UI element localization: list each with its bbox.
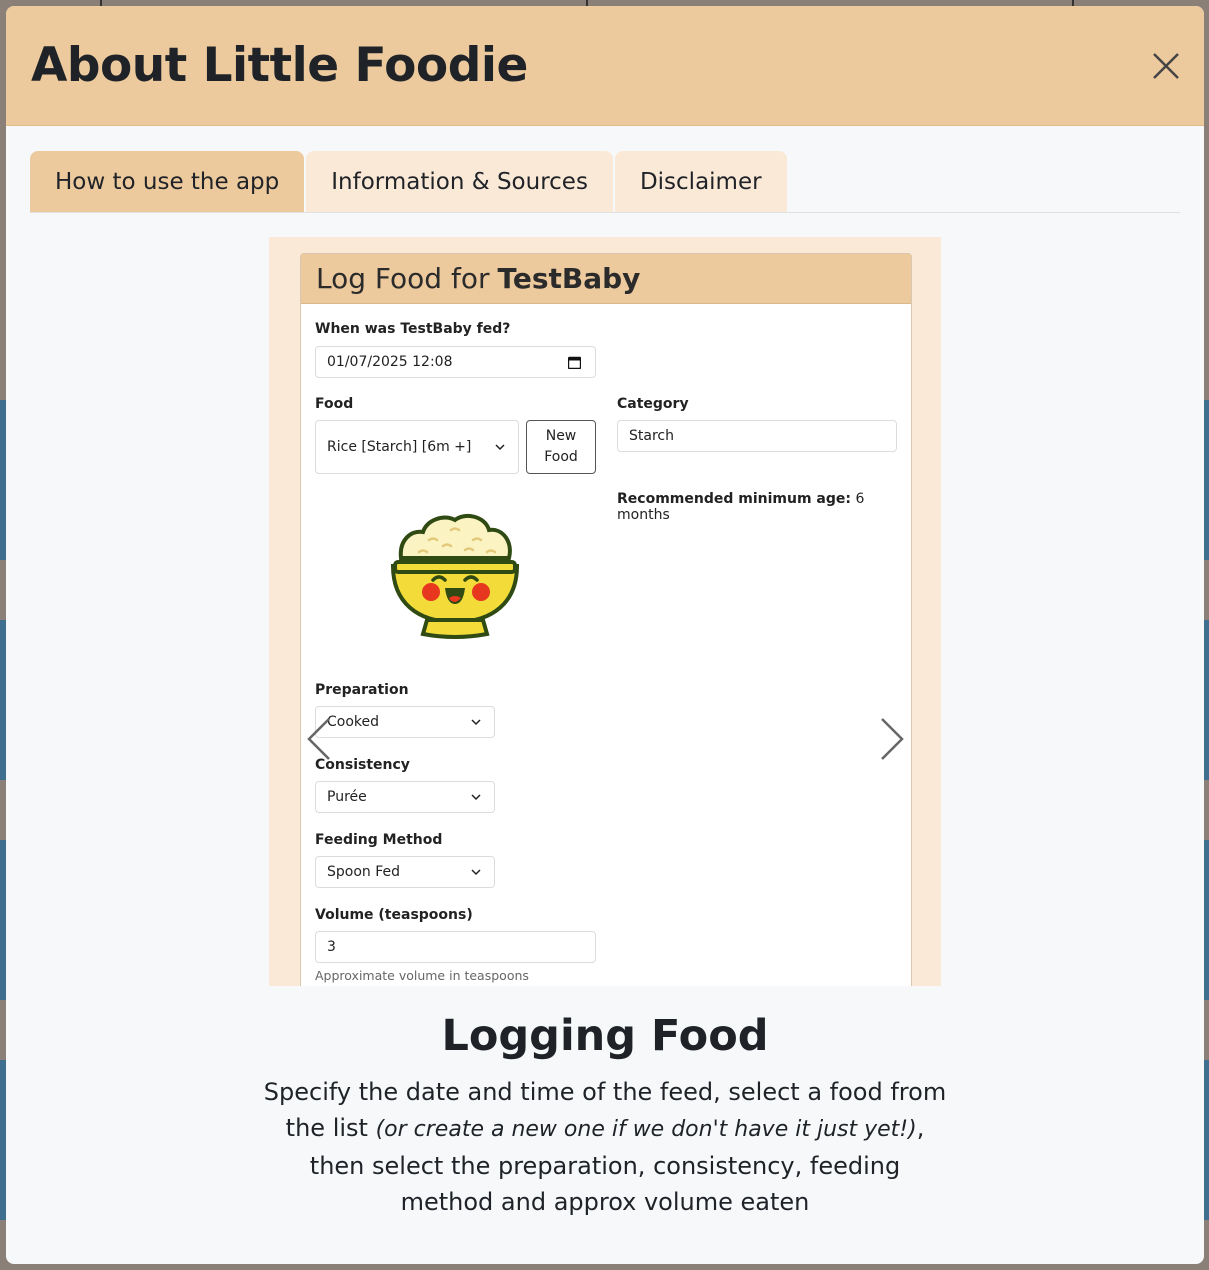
close-button[interactable] bbox=[1150, 50, 1182, 82]
log-food-card-title: Log Food for TestBaby bbox=[301, 254, 911, 304]
chevron-right-icon bbox=[881, 718, 904, 760]
new-food-line2: Food bbox=[544, 449, 578, 465]
consistency-select: Purée bbox=[315, 781, 495, 813]
carousel-next-button[interactable] bbox=[876, 717, 906, 761]
consistency-value: Purée bbox=[327, 789, 367, 805]
recommended-age: Recommended minimum age: 6 months bbox=[617, 491, 911, 523]
screenshot-carousel: Log Food for TestBaby When was TestBaby f… bbox=[269, 237, 941, 986]
category-field: Starch bbox=[617, 420, 897, 452]
category-value: Starch bbox=[629, 428, 674, 444]
preparation-label: Preparation bbox=[315, 682, 409, 698]
slide-caption-text: Specify the date and time of the feed, s… bbox=[261, 1074, 949, 1220]
chevron-left-icon bbox=[307, 718, 330, 760]
chevron-down-icon bbox=[471, 869, 481, 876]
tab-disclaimer[interactable]: Disclaimer bbox=[614, 151, 787, 212]
feeding-method-select: Spoon Fed bbox=[315, 856, 495, 888]
card-title-baby-name: TestBaby bbox=[497, 262, 641, 295]
when-fed-value: 01/07/2025 12:08 bbox=[327, 354, 453, 370]
tab-information-sources[interactable]: Information & Sources bbox=[306, 151, 613, 212]
chevron-down-icon bbox=[471, 719, 481, 726]
volume-value: 3 bbox=[327, 939, 336, 955]
new-food-button: New Food bbox=[526, 420, 596, 474]
rice-bowl-icon bbox=[390, 513, 520, 639]
category-label: Category bbox=[617, 396, 689, 412]
tab-bar: How to use the app Information & Sources… bbox=[30, 151, 1180, 213]
modal-header: About Little Foodie bbox=[6, 6, 1204, 126]
feeding-method-value: Spoon Fed bbox=[327, 864, 401, 880]
food-select: Rice [Starch] [6m +] bbox=[315, 420, 519, 474]
volume-input: 3 bbox=[315, 931, 596, 963]
recommended-age-label: Recommended minimum age: bbox=[617, 491, 851, 507]
log-food-card-screenshot: Log Food for TestBaby When was TestBaby f… bbox=[300, 253, 912, 986]
close-icon bbox=[1153, 53, 1179, 79]
chevron-down-icon bbox=[495, 444, 505, 451]
calendar-icon bbox=[568, 356, 581, 369]
modal-title: About Little Foodie bbox=[31, 38, 528, 93]
when-fed-label: When was TestBaby fed? bbox=[315, 321, 511, 337]
feeding-method-label: Feeding Method bbox=[315, 832, 443, 848]
food-label: Food bbox=[315, 396, 354, 412]
caption-text-italic: (or create a new one if we don't have it… bbox=[375, 1117, 917, 1142]
food-select-value: Rice [Starch] [6m +] bbox=[327, 439, 472, 455]
preparation-select: Cooked bbox=[315, 706, 495, 738]
carousel-prev-button[interactable] bbox=[305, 717, 335, 761]
tab-how-to-use[interactable]: How to use the app bbox=[30, 151, 305, 212]
volume-hint: Approximate volume in teaspoons bbox=[315, 968, 529, 983]
volume-label: Volume (teaspoons) bbox=[315, 907, 473, 923]
chevron-down-icon bbox=[471, 794, 481, 801]
when-fed-input: 01/07/2025 12:08 bbox=[315, 346, 596, 378]
slide-caption-title: Logging Food bbox=[441, 1011, 769, 1061]
card-title-prefix: Log Food for bbox=[316, 262, 490, 295]
about-modal: About Little Foodie How to use the app I… bbox=[6, 6, 1204, 1264]
new-food-line1: New bbox=[545, 428, 577, 444]
